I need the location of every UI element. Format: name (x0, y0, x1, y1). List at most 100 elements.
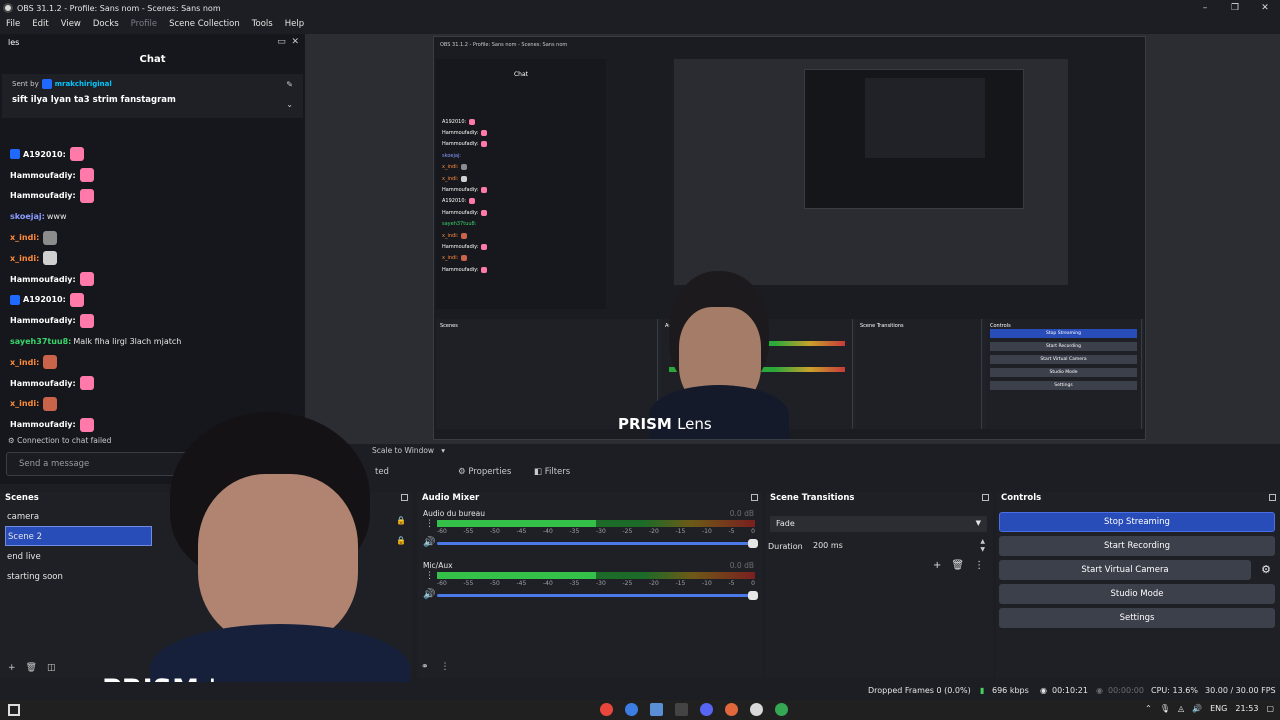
meter-tick-label: -5 (728, 528, 735, 535)
chat-username[interactable]: Hammoufadiy: (10, 171, 76, 180)
chat-username[interactable]: Hammoufadiy: (10, 191, 76, 200)
window-controls: – ❐ ✕ (1190, 0, 1280, 16)
unpin-icon[interactable]: ✎ (286, 80, 293, 89)
chat-username[interactable]: A192010: (23, 150, 66, 159)
menu-edit[interactable]: Edit (26, 19, 54, 29)
volume-icon[interactable]: 🔊 (423, 589, 435, 600)
stop-streaming-button[interactable]: Stop Streaming (999, 512, 1275, 532)
menu-docks[interactable]: Docks (87, 19, 125, 29)
volume-slider-handle[interactable] (748, 591, 758, 600)
remove-transition-icon[interactable]: 🗑 (951, 560, 964, 571)
studio-mode-button[interactable]: Studio Mode (999, 584, 1275, 604)
volume-slider[interactable] (437, 594, 755, 597)
channel-db: 0.0 dB (729, 561, 754, 570)
volume-icon[interactable]: 🔊 (1192, 704, 1202, 713)
chat-username[interactable]: Hammoufadiy: (10, 275, 76, 284)
chat-username[interactable]: x_indi: (10, 399, 39, 408)
preview-area[interactable]: OBS 31.1.2 - Profile: Sans nom - Scenes:… (305, 34, 1280, 444)
stream-time: 00:10:21 (1052, 686, 1088, 695)
nested-chat-line: Hammoufadiy: (436, 127, 606, 138)
pinned-user[interactable]: mrakchiriginal (55, 80, 112, 88)
chat-username[interactable]: A192010: (23, 295, 66, 304)
float-icon[interactable] (982, 494, 989, 501)
chat-username[interactable]: sayeh37tuu8: (10, 337, 71, 346)
nested-chat-line: x_indi: (436, 162, 606, 173)
add-scene-icon[interactable]: + (8, 663, 16, 673)
app-icon[interactable] (675, 703, 688, 716)
emote-icon (69, 147, 84, 162)
menu-scene-collection[interactable]: Scene Collection (163, 19, 246, 29)
filters-button[interactable]: ◧ Filters (534, 467, 570, 477)
explorer-icon[interactable] (650, 703, 663, 716)
mic-icon[interactable]: 🎙 (1160, 704, 1170, 713)
start-recording-button[interactable]: Start Recording (999, 536, 1275, 556)
close-icon[interactable]: ✕ (291, 37, 299, 47)
chat-username[interactable]: x_indi: (10, 358, 39, 367)
language-indicator[interactable]: ENG (1210, 704, 1227, 713)
transition-select[interactable]: Fade ▼ (770, 516, 987, 532)
notifications-icon[interactable]: ▢ (1266, 704, 1274, 713)
float-icon[interactable] (751, 494, 758, 501)
menu-file[interactable]: File (0, 19, 26, 29)
settings-button[interactable]: Settings (999, 608, 1275, 628)
nested-stop-streaming: Stop Streaming (990, 329, 1137, 338)
chat-username[interactable]: Hammoufadiy: (10, 379, 76, 388)
more-icon[interactable]: ⋮ (974, 560, 984, 571)
chevron-down-icon[interactable]: ⌄ (286, 100, 293, 109)
maximize-button[interactable]: ❐ (1220, 0, 1250, 16)
volume-slider-handle[interactable] (748, 539, 758, 548)
spinner-icon[interactable]: ▲ ▼ (980, 538, 985, 554)
network-icon[interactable]: ◬ (1178, 704, 1184, 713)
channel-name: Audio du bureau (423, 509, 485, 518)
meter-tick-label: -35 (569, 580, 580, 587)
more-icon[interactable]: ⋮ (425, 519, 434, 529)
duration-field[interactable]: 200 ms ▲ ▼ (810, 538, 987, 554)
discord-icon[interactable] (700, 703, 713, 716)
meter-tick-label: 0 (751, 528, 755, 535)
pinned-message[interactable]: Sent by mrakchiriginal sift ilya lyan ta… (2, 74, 303, 118)
properties-button[interactable]: ⚙ Properties (458, 467, 511, 477)
chrome-icon[interactable] (600, 703, 613, 716)
chat-username[interactable]: Hammoufadiy: (10, 316, 76, 325)
chat-message: Hammoufadiy: (0, 165, 305, 186)
mixer-channel: Mic/Aux 0.0 dB ⋮ -60 -55 -50 -45 -40 -35 -30 -25 -2… (417, 558, 762, 610)
scene-item[interactable]: Scene 2 (5, 526, 152, 546)
menu-tools[interactable]: Tools (246, 19, 279, 29)
emote-icon (69, 292, 84, 307)
menu-help[interactable]: Help (279, 19, 310, 29)
scene-filters-icon[interactable]: ◫ (47, 663, 56, 673)
chat-username[interactable]: x_indi: (10, 233, 39, 242)
minimize-button[interactable]: – (1190, 0, 1220, 16)
chat-username[interactable]: x_indi: (10, 254, 39, 263)
windows-start-icon[interactable] (8, 704, 20, 716)
menu-view[interactable]: View (55, 19, 87, 29)
link-icon[interactable]: ⚭ (421, 662, 429, 672)
clock[interactable]: 21:53 (1235, 704, 1258, 713)
chat-username[interactable]: Hammoufadiy: (10, 420, 76, 429)
gear-icon[interactable]: ⚙ (1256, 560, 1276, 580)
chrome-icon[interactable] (775, 703, 788, 716)
status-bar: Dropped Frames 0 (0.0%) ▮ 696 kbps ◉ 00:… (0, 682, 1280, 700)
start-virtual-camera-button[interactable]: Start Virtual Camera (999, 560, 1251, 580)
mixer-channel: Audio du bureau 0.0 dB ⋮ -60 -55 -50 -45 -40 -35… (417, 506, 762, 558)
more-icon[interactable]: ⋮ (441, 662, 450, 672)
menu-profile[interactable]: Profile (125, 19, 163, 29)
more-icon[interactable]: ⋮ (425, 571, 434, 581)
volume-icon[interactable]: 🔊 (423, 537, 435, 548)
float-icon[interactable]: ▭ (277, 37, 286, 47)
emote-icon (481, 141, 488, 148)
emote-icon (79, 417, 94, 432)
browser-icon[interactable] (625, 703, 638, 716)
chevron-up-icon[interactable]: ⌃ (1145, 704, 1152, 713)
app-icon[interactable] (725, 703, 738, 716)
chat-username[interactable]: skoejaj: (10, 212, 45, 221)
volume-slider[interactable] (437, 542, 755, 545)
emote-icon (461, 232, 468, 239)
mixer-title: Audio Mixer (417, 492, 762, 506)
preview-canvas[interactable]: OBS 31.1.2 - Profile: Sans nom - Scenes:… (433, 36, 1146, 440)
close-button[interactable]: ✕ (1250, 0, 1280, 16)
add-transition-icon[interactable]: + (933, 560, 941, 571)
obs-icon[interactable] (750, 703, 763, 716)
float-icon[interactable] (1269, 494, 1276, 501)
remove-scene-icon[interactable]: 🗑 (26, 663, 37, 673)
